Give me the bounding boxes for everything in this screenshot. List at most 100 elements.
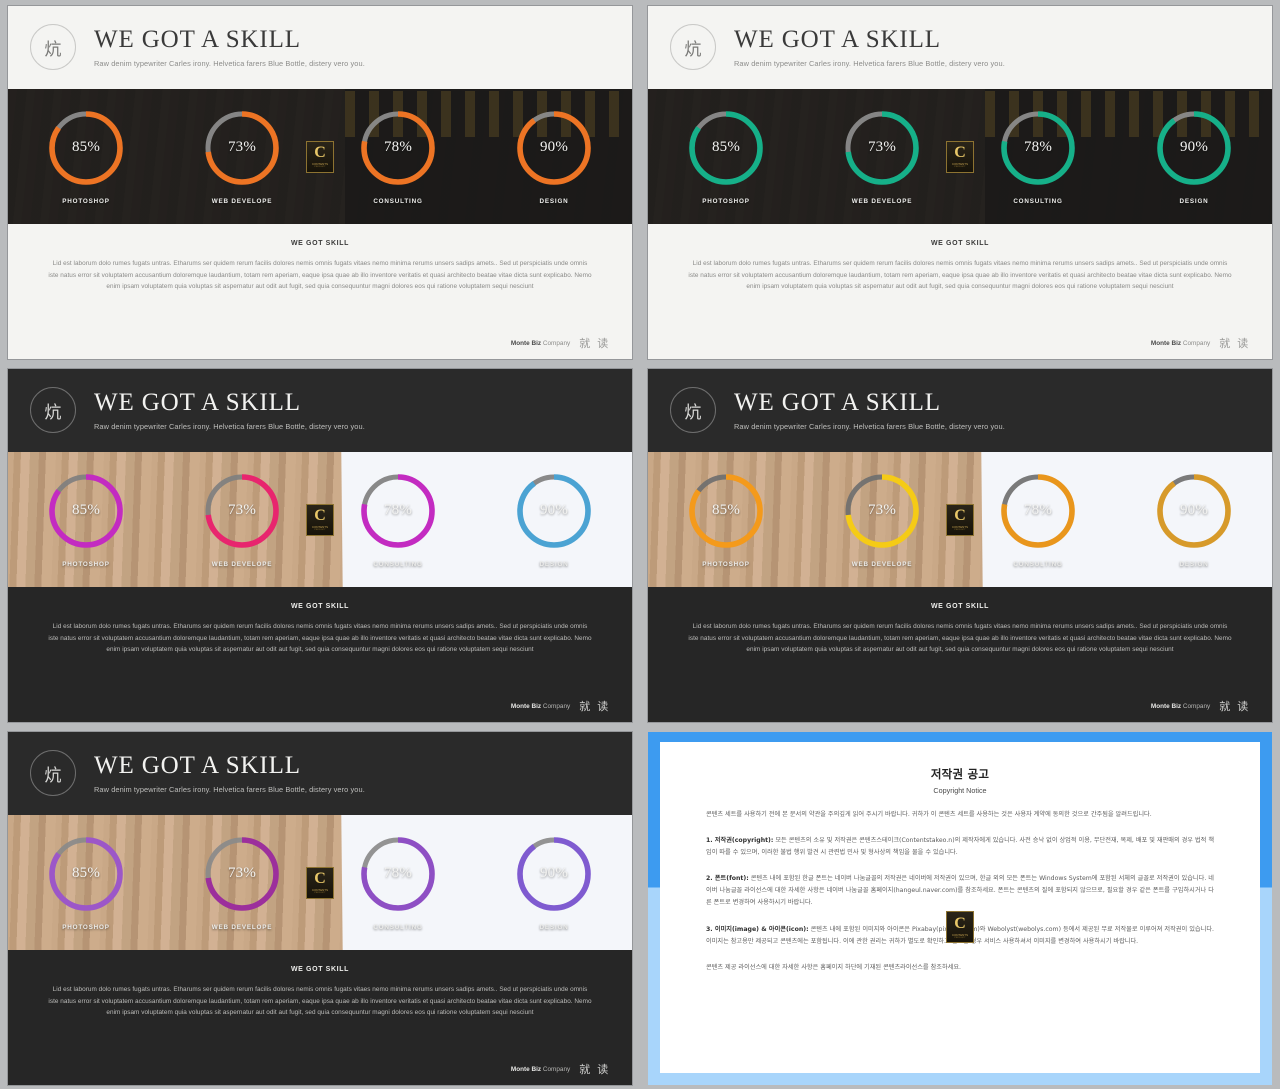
skills-band: 85% PHOTOSHOP 73% WEB DEVELOPE 78% CONSU… (8, 88, 632, 225)
progress-ring: 90% (1155, 109, 1233, 187)
skill-consulting[interactable]: 78% CONSULTING (323, 472, 473, 568)
skill-photoshop[interactable]: 85% PHOTOSHOP (651, 472, 801, 568)
skill-label: CONSULTING (373, 923, 423, 931)
progress-ring: 73% (843, 472, 921, 550)
skill-label: CONSULTING (1013, 560, 1063, 568)
page-title: WE GOT A SKILL (94, 25, 301, 53)
page-title: WE GOT A SKILL (734, 388, 941, 416)
badge-letter: C (954, 507, 966, 525)
progress-ring: 78% (359, 835, 437, 913)
skill-label: PHOTOSHOP (702, 560, 750, 568)
copyright-outro: 콘텐츠 제공 라이선스에 대한 자세한 사항은 홈페이지 하단에 기재된 콘텐츠… (706, 963, 962, 971)
skill-consulting[interactable]: 78% CONSULTING (963, 472, 1113, 568)
skill-photoshop[interactable]: 85% PHOTOSHOP (11, 472, 161, 568)
cell-slide-4: 炕 WE GOT A SKILL Raw denim typewriter Ca… (640, 363, 1280, 726)
skill-label: WEB DEVELOPE (211, 560, 273, 568)
copyright-slide: 저작권 공고 Copyright Notice 콘텐츠 세트를 사용하기 전에 … (648, 732, 1272, 1085)
badge-line2: PRODUCT (314, 166, 326, 169)
skill-photoshop[interactable]: 85% PHOTOSHOP (11, 835, 161, 931)
slide-footer: Monte Biz Company 就 读 (1151, 698, 1250, 714)
skills-band: Business Items Series Series 85% PHOTOSH… (8, 451, 632, 588)
cell-slide-1: 炕 WE GOT A SKILL Raw denim typewriter Ca… (0, 0, 640, 363)
copyright-card: 저작권 공고 Copyright Notice 콘텐츠 세트를 사용하기 전에 … (660, 742, 1260, 1073)
skill-design[interactable]: 90% DESIGN (479, 835, 629, 931)
cell-copyright: 저작권 공고 Copyright Notice 콘텐츠 세트를 사용하기 전에 … (640, 726, 1280, 1089)
progress-ring-svg (517, 836, 591, 911)
body-title: WE GOT SKILL (930, 240, 990, 248)
skill-design[interactable]: 90% DESIGN (479, 109, 629, 205)
slide-header: 炕 WE GOT A SKILL Raw denim typewriter Ca… (648, 6, 1272, 89)
footer-company: Company (1182, 702, 1211, 710)
footer-brand: Monte Biz (510, 339, 542, 347)
slide-1: 炕 WE GOT A SKILL Raw denim typewriter Ca… (8, 6, 632, 359)
skill-label: PHOTOSHOP (62, 197, 110, 205)
footer-company: Company (542, 702, 571, 710)
body-paragraph: Lid est laborum dolo rumes fugats untras… (48, 260, 592, 290)
skill-photoshop[interactable]: 85% PHOTOSHOP (651, 109, 801, 205)
page-subtitle: Raw denim typewriter Carles irony. Helve… (734, 59, 1005, 69)
page-subtitle: Raw denim typewriter Carles irony. Helve… (94, 59, 365, 69)
body-title: WE GOT SKILL (290, 603, 350, 611)
skill-web-develope[interactable]: 73% WEB DEVELOPE (167, 835, 317, 931)
progress-ring: 73% (203, 472, 281, 550)
skill-consulting[interactable]: 78% CONSULTING (323, 835, 473, 931)
section-heading: 1. 저작권(copyright): (706, 837, 774, 845)
skill-label: DESIGN (539, 560, 569, 568)
skill-label: PHOTOSHOP (62, 560, 110, 568)
slide-body: WE GOT SKILL Lid est laborum dolo rumes … (648, 224, 1272, 359)
contents-badge-icon: C CONTENTS PRODUCT (306, 140, 334, 173)
progress-ring: 78% (999, 109, 1077, 187)
copyright-section-2: 2. 폰트(font): 콘텐츠 내에 포함된 한글 폰트는 네이버 나눔글꼴의… (706, 875, 1214, 907)
progress-ring-svg (49, 836, 123, 911)
progress-ring: 73% (843, 109, 921, 187)
copyright-section-1: 1. 저작권(copyright): 모든 콘텐츠의 소유 및 저작권은 콘텐츠… (706, 837, 1215, 857)
skill-design[interactable]: 90% DESIGN (1119, 109, 1269, 205)
progress-ring: 85% (687, 109, 765, 187)
body-title: WE GOT SKILL (290, 240, 350, 248)
page-subtitle: Raw denim typewriter Carles irony. Helve… (94, 785, 365, 795)
badge-line2: PRODUCT (314, 892, 326, 895)
progress-ring-svg (1157, 473, 1231, 548)
skill-photoshop[interactable]: 85% PHOTOSHOP (11, 109, 161, 205)
skill-design[interactable]: 90% DESIGN (1119, 472, 1269, 568)
footer-brand: Monte Biz (510, 1065, 542, 1073)
skill-label: CONSULTING (1013, 197, 1063, 205)
skill-web-develope[interactable]: 73% WEB DEVELOPE (807, 472, 957, 568)
skill-consulting[interactable]: 78% CONSULTING (963, 109, 1113, 205)
body-paragraph: Lid est laborum dolo rumes fugats untras… (48, 623, 592, 653)
skill-web-develope[interactable]: 73% WEB DEVELOPE (167, 472, 317, 568)
body-title: WE GOT SKILL (290, 966, 350, 974)
badge-line2: PRODUCT (314, 529, 326, 532)
skill-label: PHOTOSHOP (62, 923, 110, 931)
contents-badge-icon: C CONTENTS PRODUCT (306, 503, 334, 536)
progress-ring: 85% (47, 835, 125, 913)
skill-design[interactable]: 90% DESIGN (479, 472, 629, 568)
logo-icon: 炕 (670, 387, 716, 434)
skill-label: DESIGN (539, 197, 569, 205)
slide-2: 炕 WE GOT A SKILL Raw denim typewriter Ca… (648, 6, 1272, 359)
progress-ring-svg (1157, 110, 1231, 185)
footer-company: Company (542, 1065, 571, 1073)
skill-label: WEB DEVELOPE (851, 197, 913, 205)
footer-company: Company (1182, 339, 1211, 347)
slide-footer: Monte Biz Company 就 读 (511, 698, 610, 714)
progress-ring-svg (845, 473, 919, 548)
skill-label: WEB DEVELOPE (851, 560, 913, 568)
progress-ring-svg (205, 473, 279, 548)
slide-header: 炕 WE GOT A SKILL Raw denim typewriter Ca… (8, 732, 632, 815)
body-paragraph: Lid est laborum dolo rumes fugats untras… (48, 986, 592, 1016)
skill-consulting[interactable]: 78% CONSULTING (323, 109, 473, 205)
page-subtitle: Raw denim typewriter Carles irony. Helve… (94, 422, 365, 432)
skill-web-develope[interactable]: 73% WEB DEVELOPE (807, 109, 957, 205)
progress-ring-svg (689, 473, 763, 548)
progress-ring: 90% (1155, 472, 1233, 550)
progress-ring: 73% (203, 109, 281, 187)
slide-4: 炕 WE GOT A SKILL Raw denim typewriter Ca… (648, 369, 1272, 722)
skill-web-develope[interactable]: 73% WEB DEVELOPE (167, 109, 317, 205)
footer-cjk: 就 读 (579, 700, 610, 713)
slide-header: 炕 WE GOT A SKILL Raw denim typewriter Ca… (8, 369, 632, 452)
badge-letter: C (314, 870, 326, 888)
skill-label: CONSULTING (373, 197, 423, 205)
progress-ring: 73% (203, 835, 281, 913)
progress-ring-svg (205, 836, 279, 911)
